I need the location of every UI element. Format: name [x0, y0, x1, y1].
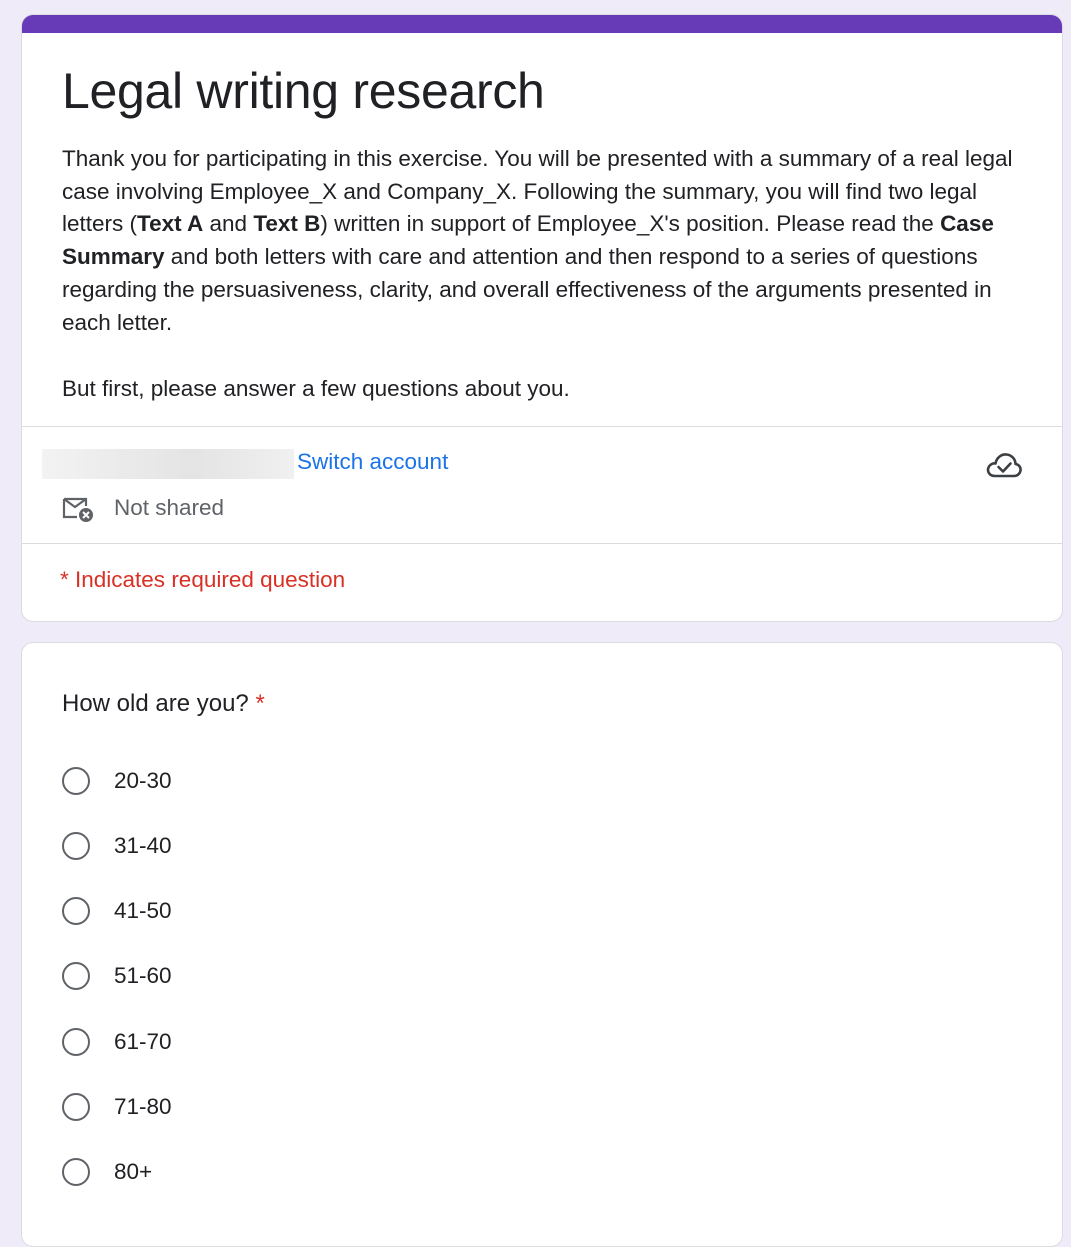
radio-option[interactable]: 31-40 [62, 826, 362, 866]
radio-button[interactable] [62, 1093, 90, 1121]
radio-option-label: 61-70 [114, 1029, 172, 1054]
radio-option-label: 41-50 [114, 898, 172, 923]
divider [22, 426, 1062, 427]
description-text: and both letters with care and attention… [62, 244, 992, 335]
redacted-email [42, 449, 294, 479]
description-text: ) written in support of Employee_X's pos… [320, 211, 941, 237]
question-card-age: How old are you? * 20-30 31-40 41-50 51-… [21, 642, 1063, 1247]
radio-option[interactable]: 80+ [62, 1152, 362, 1192]
form-description: Thank you for participating in this exer… [62, 143, 1034, 339]
required-asterisk: * [255, 690, 265, 717]
form-header-card: Legal writing research Thank you for par… [21, 14, 1063, 622]
radio-button[interactable] [62, 1028, 90, 1056]
radio-button[interactable] [62, 1158, 90, 1186]
description-text: and [203, 211, 254, 237]
radio-button[interactable] [62, 962, 90, 990]
required-question-note: * Indicates required question [60, 567, 346, 592]
radio-option-label: 80+ [114, 1159, 153, 1184]
divider [22, 543, 1062, 544]
description-bold-text-a: Text A [137, 211, 204, 237]
radio-option-label: 51-60 [114, 963, 172, 988]
radio-option[interactable]: 51-60 [62, 956, 362, 996]
cloud-check-icon[interactable] [985, 449, 1023, 483]
not-shared-label: Not shared [114, 495, 225, 520]
description-bold-text-b: Text B [253, 211, 321, 237]
radio-button[interactable] [62, 897, 90, 925]
switch-account-link[interactable]: Switch account [297, 447, 448, 477]
radio-button[interactable] [62, 767, 90, 795]
description-follow-up: But first, please answer a few questions… [62, 376, 570, 401]
radio-option[interactable]: 41-50 [62, 891, 362, 931]
mail-off-icon [62, 497, 93, 522]
radio-option[interactable]: 20-30 [62, 761, 362, 801]
accent-bar [22, 15, 1062, 33]
radio-option[interactable]: 71-80 [62, 1087, 362, 1127]
question-title: How old are you? * [62, 687, 265, 721]
radio-option-label: 71-80 [114, 1094, 172, 1119]
radio-button[interactable] [62, 832, 90, 860]
radio-option-label: 31-40 [114, 833, 172, 858]
radio-option-label: 20-30 [114, 768, 172, 793]
radio-option[interactable]: 61-70 [62, 1022, 362, 1062]
form-title: Legal writing research [62, 63, 545, 119]
question-text: How old are you? [62, 690, 249, 717]
